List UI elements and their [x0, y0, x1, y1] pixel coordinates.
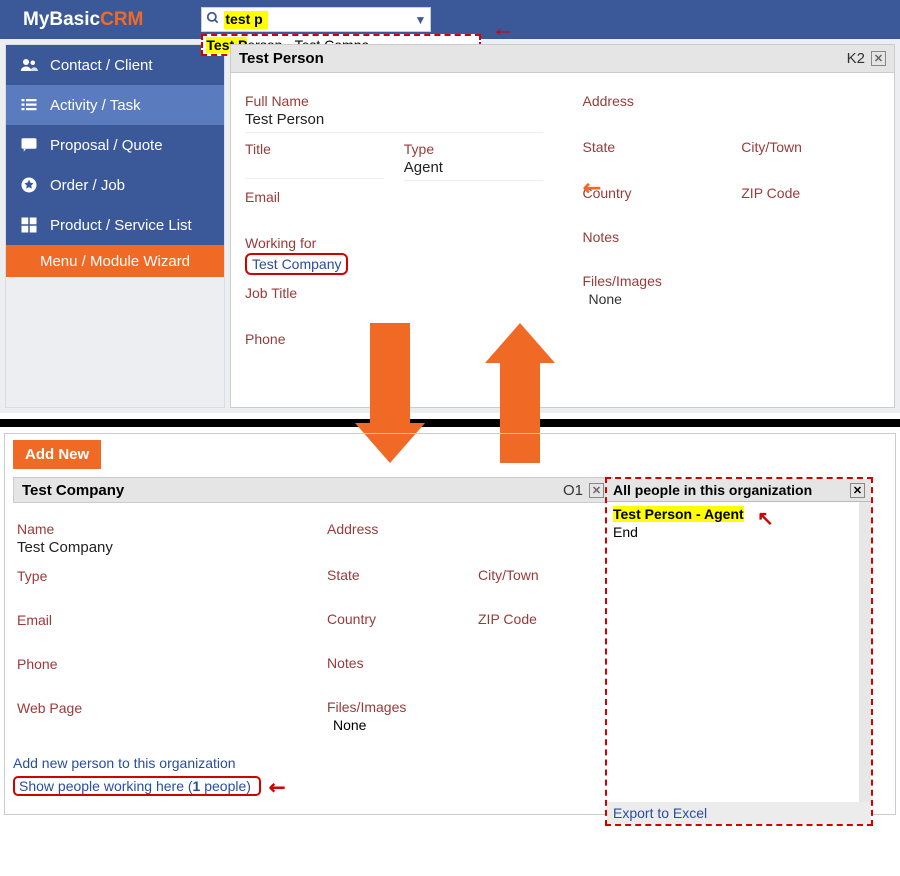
sidebar-item-proposal[interactable]: Proposal / Quote [6, 125, 224, 165]
person-panel-header: Test Person K2 ✕ [231, 45, 894, 73]
value-fullname[interactable]: Test Person [245, 109, 543, 133]
label-files: Files/Images [583, 273, 881, 289]
annotation-arrow-icon: ← [491, 15, 515, 43]
label-notes: Notes [583, 229, 881, 245]
logo-part1: MyBasic [23, 9, 100, 30]
lower-section: Add New Test Company O1 ✕ Name Test Comp… [4, 433, 896, 815]
people-popup: All people in this organization ✕ Test P… [605, 477, 873, 826]
close-icon[interactable]: ✕ [589, 483, 604, 498]
search-icon [206, 11, 220, 29]
popup-item[interactable]: Test Person - Agent [613, 506, 744, 522]
chat-icon [20, 136, 38, 154]
company-title: Test Company [22, 482, 124, 499]
value-jobtitle[interactable] [245, 301, 543, 323]
value-title[interactable] [245, 157, 384, 179]
person-col-left: Full Name Test Person Title TypeAgent Em… [245, 85, 543, 347]
label-workingfor: Working for [245, 235, 543, 251]
label-name: Name [17, 521, 299, 537]
label-country: Country [327, 611, 458, 627]
label-state: State [327, 567, 458, 583]
annotation-arrow-icon: ↙ [262, 773, 292, 803]
company-header: Test Company O1 ✕ [13, 477, 613, 503]
value-address[interactable] [583, 109, 881, 131]
label-type: Type [404, 141, 543, 157]
popup-body: Test Person - Agent ↖ End [607, 502, 871, 802]
person-panel: Test Person K2 ✕ ↙ Full Name Test Person… [230, 44, 895, 408]
section-divider [0, 419, 900, 427]
label-email: Email [245, 189, 543, 205]
label-city: City/Town [478, 567, 609, 583]
popup-end: End [613, 524, 853, 540]
label-phone: Phone [17, 656, 299, 672]
main-row: Contact / Client Activity / Task Proposa… [0, 39, 900, 413]
label-email: Email [17, 612, 299, 628]
value-files: None [583, 289, 881, 309]
export-excel-link[interactable]: Export to Excel [607, 802, 871, 824]
person-id: K2 [847, 50, 865, 67]
sidebar-label: Contact / Client [50, 57, 153, 74]
label-zip: ZIP Code [478, 611, 609, 627]
label-type: Type [17, 568, 299, 584]
logo-part2: CRM [100, 9, 143, 30]
annotation-arrow-icon: ↖ [757, 506, 774, 531]
sidebar-item-product[interactable]: Product / Service List [6, 205, 224, 245]
label-files: Files/Images [327, 699, 609, 715]
add-new-button[interactable]: Add New [13, 440, 101, 469]
label-notes: Notes [327, 655, 609, 671]
label-fullname: Full Name [245, 93, 543, 109]
person-col-right: Address State City/Town Country ZIP Code… [583, 85, 881, 347]
sidebar: Contact / Client Activity / Task Proposa… [5, 44, 225, 408]
grid-icon [20, 216, 38, 234]
search-input[interactable] [225, 11, 267, 27]
close-icon[interactable]: ✕ [850, 483, 865, 498]
label-state: State [583, 139, 722, 155]
sidebar-item-wizard[interactable]: Menu / Module Wizard [6, 245, 224, 277]
company-col-right: Address State City/Town Country ZIP Code… [327, 513, 609, 735]
sidebar-label: Activity / Task [50, 97, 141, 114]
value-comp-name[interactable]: Test Company [17, 537, 299, 560]
top-bar: MyBasicCRM ▼ ← Test Person - Test Compa [0, 0, 900, 39]
company-col-left: Name Test Company Type Email Phone Web P… [17, 513, 299, 735]
search-wrapper: ▼ ← Test Person - Test Compa [201, 7, 431, 32]
person-title: Test Person [239, 50, 324, 67]
value-type[interactable]: Agent [404, 157, 543, 181]
label-title: Title [245, 141, 384, 157]
company-body: Name Test Company Type Email Phone Web P… [13, 503, 613, 745]
people-icon [20, 56, 38, 74]
close-icon[interactable]: ✕ [871, 51, 886, 66]
value-comp-files: None [327, 715, 609, 735]
show-people-link[interactable]: Show people working here (1 people) [13, 776, 261, 796]
chevron-down-icon[interactable]: ▼ [415, 13, 427, 27]
star-icon [20, 176, 38, 194]
label-jobtitle: Job Title [245, 285, 543, 301]
label-address: Address [327, 521, 609, 537]
label-zip: ZIP Code [741, 185, 880, 201]
label-city: City/Town [741, 139, 880, 155]
label-web: Web Page [17, 700, 299, 716]
sidebar-item-order[interactable]: Order / Job [6, 165, 224, 205]
label-address: Address [583, 93, 881, 109]
sidebar-label: Order / Job [50, 177, 125, 194]
sidebar-label: Product / Service List [50, 217, 192, 234]
sidebar-label: Menu / Module Wizard [40, 253, 190, 270]
sidebar-item-contact[interactable]: Contact / Client [6, 45, 224, 85]
list-icon [20, 96, 38, 114]
search-input-highlight [224, 11, 268, 29]
popup-title: All people in this organization [613, 482, 812, 498]
app-logo: MyBasicCRM [23, 9, 143, 31]
search-box[interactable]: ▼ [201, 7, 431, 32]
sidebar-label: Proposal / Quote [50, 137, 163, 154]
sidebar-item-activity[interactable]: Activity / Task [6, 85, 224, 125]
company-panel: Test Company O1 ✕ Name Test Company Type… [13, 477, 887, 800]
value-email[interactable] [245, 205, 543, 227]
person-body: Full Name Test Person Title TypeAgent Em… [231, 73, 894, 359]
company-id: O1 [563, 482, 583, 499]
add-person-link[interactable]: Add new person to this organization [13, 755, 236, 771]
working-for-link[interactable]: Test Company [245, 253, 348, 275]
popup-header: All people in this organization ✕ [607, 479, 871, 502]
